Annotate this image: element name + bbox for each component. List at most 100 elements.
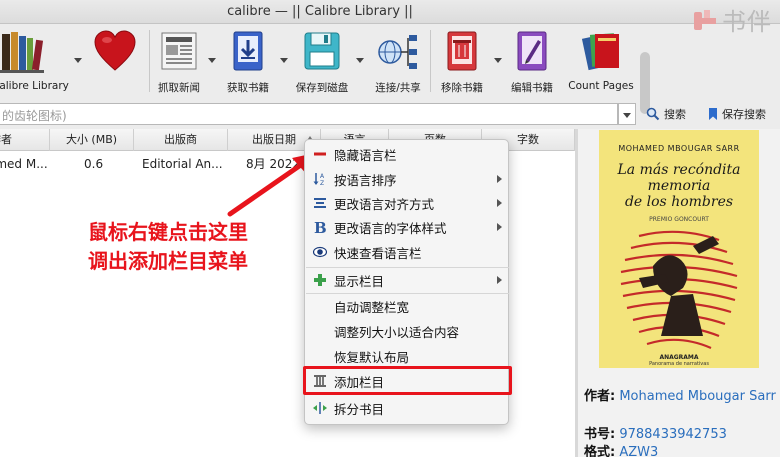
split-arrows-icon: [313, 402, 327, 414]
column-header-size[interactable]: 大小 (MB): [50, 129, 134, 151]
submenu-arrow-icon: [497, 276, 502, 284]
submenu-arrow-icon: [497, 199, 502, 207]
cover-illustration: [620, 230, 738, 350]
submenu-arrow-icon: [497, 223, 502, 231]
cell-publisher: Editorial An...: [142, 157, 222, 171]
search-button[interactable]: 搜索: [646, 106, 686, 122]
cell-author: amed M...: [0, 157, 48, 171]
cover-series: Panorama de narrativas: [649, 361, 709, 367]
menu-item-auto-resize[interactable]: 自动调整栏宽: [305, 294, 510, 318]
heart-icon: [94, 30, 136, 71]
meta-isbn-link[interactable]: 9788433942753: [619, 427, 727, 442]
search-history-dropdown[interactable]: [618, 103, 636, 125]
menu-item-label: 自动调整栏宽: [334, 300, 410, 315]
floppy-disk-icon: [304, 32, 340, 70]
menu-item-label: 调整列大小以适合内容: [334, 325, 460, 340]
menu-item-show-column[interactable]: 显示栏目: [305, 268, 510, 292]
edit-book-label: 编辑书籍: [511, 82, 553, 94]
book-cover[interactable]: MOHAMED MBOUGAR SARR La más recóndita me…: [599, 130, 759, 368]
column-header-author[interactable]: 作者: [0, 129, 50, 151]
fetch-news-dropdown-arrow[interactable]: [208, 58, 216, 63]
bold-font-icon: B: [314, 220, 327, 234]
brand-text: 书伴: [722, 8, 772, 36]
get-books-dropdown-arrow[interactable]: [280, 58, 288, 63]
menu-item-quickview[interactable]: 快速查看语言栏: [305, 240, 510, 264]
svg-text:A: A: [320, 173, 325, 180]
menu-item-sort-by-column[interactable]: A Z 按语言排序: [305, 167, 510, 191]
remove-books-button[interactable]: 移除书籍: [434, 24, 502, 100]
menu-item-change-font-style[interactable]: B 更改语言的字体样式: [305, 215, 510, 239]
menu-item-resize-to-fit[interactable]: 调整列大小以适合内容: [305, 319, 510, 343]
donate-button[interactable]: [86, 24, 144, 100]
fetch-news-button[interactable]: 抓取新闻: [152, 24, 216, 100]
column-header-publisher[interactable]: 出版商: [134, 129, 228, 151]
remove-books-dropdown-arrow[interactable]: [494, 58, 502, 63]
meta-author-label: 作者:: [584, 389, 616, 404]
menu-item-restore-layout[interactable]: 恢复默认布局: [305, 344, 510, 368]
menu-item-split-view[interactable]: 拆分书目: [305, 396, 510, 420]
chevron-down-icon: [623, 113, 631, 118]
library-dropdown-arrow[interactable]: [74, 58, 82, 63]
window-title: calibre — || Calibre Library ||: [227, 4, 413, 19]
cover-author: MOHAMED MBOUGAR SARR: [618, 144, 740, 153]
menu-item-label: 隐藏语言栏: [334, 148, 397, 163]
svg-text:Z: Z: [320, 180, 324, 186]
library-books-icon: [0, 32, 44, 73]
cover-title: La más recóndita memoria de los hombres: [599, 162, 759, 210]
remove-books-label: 移除书籍: [441, 82, 483, 94]
trash-book-icon: [447, 31, 477, 71]
plus-icon: [314, 274, 326, 286]
minus-icon: [314, 152, 326, 156]
get-books-label: 获取书籍: [227, 82, 269, 94]
main-toolbar: Calibre Library 抓取新闻 获取书籍: [0, 24, 650, 114]
bookmark-icon: [709, 108, 717, 120]
cover-publisher: ANAGRAMA: [659, 354, 699, 361]
fetch-news-label: 抓取新闻: [158, 82, 200, 94]
menu-item-label: 显示栏目: [334, 274, 385, 289]
save-to-disk-label: 保存到磁盘: [295, 82, 349, 94]
search-input[interactable]: 的齿轮图标): [0, 103, 618, 125]
brand-watermark: 书伴: [690, 2, 772, 37]
search-button-label: 搜索: [664, 108, 686, 121]
menu-item-change-alignment[interactable]: 更改语言对齐方式: [305, 191, 510, 215]
meta-author: 作者: Mohamed Mbougar Sarr: [584, 388, 780, 405]
save-to-disk-dropdown-arrow[interactable]: [356, 58, 364, 63]
save-to-disk-button[interactable]: 保存到磁盘: [292, 24, 364, 100]
brand-logo-icon: [690, 6, 718, 34]
get-books-button[interactable]: 获取书籍: [220, 24, 288, 100]
meta-format-label: 格式:: [584, 445, 616, 457]
connect-share-button[interactable]: 连接/共享: [370, 24, 426, 100]
download-book-icon: [233, 31, 263, 71]
menu-item-label: 按语言排序: [334, 173, 397, 188]
meta-format: 格式: AZW3: [584, 444, 658, 457]
svg-text:B: B: [314, 220, 327, 234]
menu-item-label: 更改语言对齐方式: [334, 197, 435, 212]
count-pages-button[interactable]: Count Pages: [568, 24, 634, 100]
menu-item-hide-column[interactable]: 隐藏语言栏: [305, 142, 510, 166]
column-header-pubdate-label: 出版日期: [252, 133, 296, 146]
menu-item-label: 更改语言的字体样式: [334, 221, 447, 236]
meta-isbn-label: 书号:: [584, 427, 616, 442]
edit-book-button[interactable]: 编辑书籍: [504, 24, 560, 100]
library-label: Calibre Library: [0, 80, 69, 92]
save-search-label: 保存搜索: [722, 108, 766, 121]
search-bar: 的齿轮图标) 搜索 保存搜索: [0, 102, 780, 128]
library-button[interactable]: Calibre Library: [0, 24, 82, 100]
sort-az-icon: A Z: [313, 173, 325, 186]
annotation-text: 鼠标右键点击这里 调出添加栏目菜单: [88, 218, 248, 276]
meta-isbn: 书号: 9788433942753: [584, 426, 727, 443]
submenu-arrow-icon: [497, 175, 502, 183]
meta-author-link[interactable]: Mohamed Mbougar Sarr: [619, 389, 775, 404]
cover-title-line: La más recóndita: [617, 162, 741, 178]
save-search-button[interactable]: 保存搜索: [708, 106, 766, 122]
network-globe-icon: [378, 35, 417, 69]
annotation-line: 调出添加栏目菜单: [88, 249, 248, 273]
cell-size: 0.6: [84, 157, 104, 171]
align-icon: [314, 198, 326, 208]
search-icon: [646, 107, 660, 121]
menu-item-label: 恢复默认布局: [334, 350, 410, 365]
menu-item-label: 快速查看语言栏: [334, 246, 422, 261]
title-bar: calibre — || Calibre Library || 书伴: [0, 0, 780, 36]
stacked-books-icon: [581, 33, 619, 71]
meta-format-link[interactable]: AZW3: [619, 445, 658, 457]
